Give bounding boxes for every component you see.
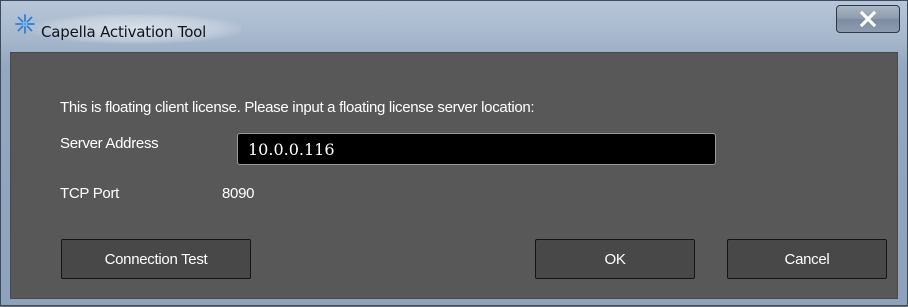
dialog-body: This is floating client license. Please … [10,52,898,299]
connection-test-button[interactable]: Connection Test [61,239,251,279]
server-address-input[interactable] [237,133,716,165]
close-icon [859,11,877,27]
close-button[interactable] [836,5,900,33]
cancel-button[interactable]: Cancel [727,239,887,279]
activation-dialog-window: Capella Activation Tool This is floating… [0,0,908,306]
tcp-port-value: 8090 [222,185,255,202]
capella-snowflake-icon [14,13,36,35]
server-address-label: Server Address [60,135,159,152]
intro-text: This is floating client license. Please … [60,99,535,116]
tcp-port-label: TCP Port [60,185,120,202]
title-bar[interactable]: Capella Activation Tool [1,1,907,51]
window-title: Capella Activation Tool [41,23,207,41]
ok-button[interactable]: OK [535,239,695,279]
